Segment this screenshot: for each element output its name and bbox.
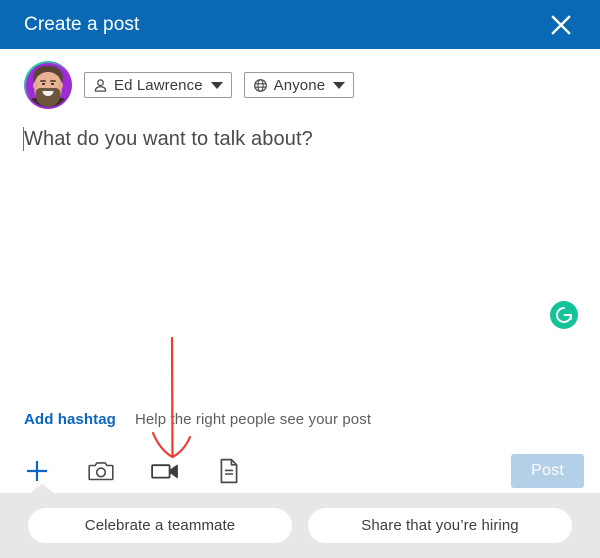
author-selector[interactable]: Ed Lawrence — [84, 72, 232, 98]
avatar-photo — [26, 63, 70, 107]
camera-icon — [88, 459, 114, 483]
footer-caret-icon — [29, 484, 55, 494]
person-icon — [93, 78, 108, 93]
hashtag-row: Add hashtag Help the right people see yo… — [0, 411, 600, 437]
audience-name: Anyone — [273, 76, 326, 94]
plus-icon — [24, 458, 50, 484]
close-icon — [550, 14, 572, 36]
identity-row: Ed Lawrence Anyone — [0, 49, 600, 109]
avatar-brow-right — [50, 80, 56, 82]
suggestions-footer: Celebrate a teammate Share that you’re h… — [0, 484, 600, 558]
chevron-down-icon — [210, 81, 223, 89]
globe-icon — [253, 78, 268, 93]
add-video-button[interactable] — [145, 451, 185, 491]
author-name: Ed Lawrence — [114, 76, 203, 94]
dialog-body: Ed Lawrence Anyone What do you want to t… — [0, 49, 600, 558]
document-icon — [218, 458, 240, 484]
create-post-dialog: Create a post Ed Lawrence Anyone What do… — [0, 0, 600, 558]
avatar-eye-left — [42, 83, 45, 85]
grammarly-icon[interactable] — [550, 301, 578, 329]
suggestion-celebrate-teammate[interactable]: Celebrate a teammate — [28, 508, 292, 543]
avatar-brow-left — [40, 80, 46, 82]
hashtag-hint: Help the right people see your post — [134, 411, 372, 428]
close-button[interactable] — [544, 8, 578, 42]
post-button[interactable]: Post — [511, 454, 584, 488]
add-photo-button[interactable] — [81, 451, 121, 491]
page-title: Create a post — [24, 14, 140, 35]
post-editor[interactable]: What do you want to talk about? — [0, 105, 600, 411]
dialog-header: Create a post — [0, 0, 600, 49]
add-hashtag-link[interactable]: Add hashtag — [24, 411, 116, 428]
avatar-eye-right — [51, 83, 54, 85]
video-icon — [151, 461, 179, 481]
audience-selector[interactable]: Anyone — [243, 72, 355, 98]
chevron-down-icon — [333, 81, 346, 89]
avatar[interactable] — [24, 61, 72, 109]
add-document-button[interactable] — [209, 451, 249, 491]
suggestion-share-hiring[interactable]: Share that you’re hiring — [308, 508, 572, 543]
editor-placeholder: What do you want to talk about? — [24, 128, 313, 150]
avatar-ear-right — [58, 82, 63, 89]
composer-toolbar: Post — [0, 437, 600, 493]
